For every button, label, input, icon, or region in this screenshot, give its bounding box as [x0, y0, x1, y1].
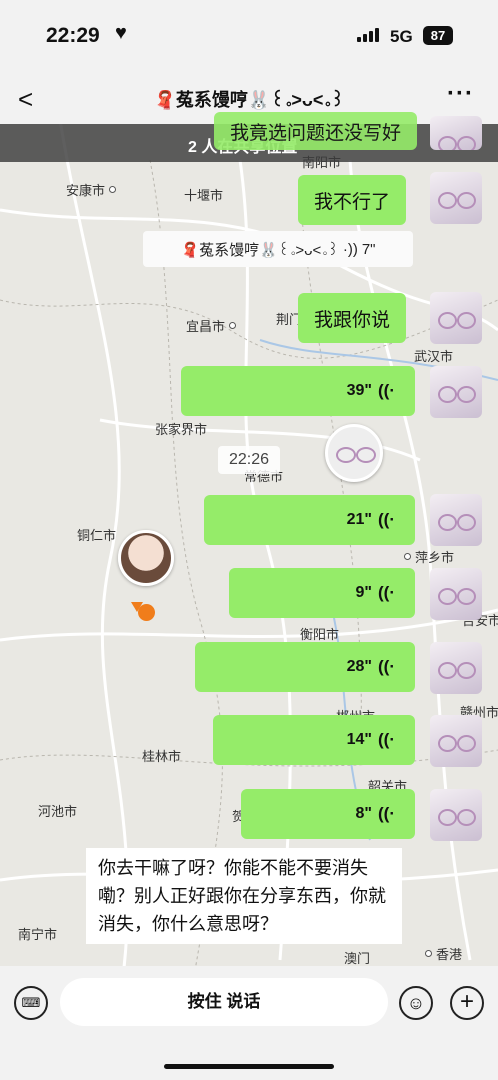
emoji-icon[interactable]: ☺ [399, 986, 433, 1020]
voice-message[interactable]: 39" ((· [181, 366, 415, 416]
avatar[interactable] [430, 494, 482, 546]
network-type: 5G [390, 27, 413, 46]
status-bar: 22:29 ♥ 5G 87 [0, 0, 498, 72]
voice-message[interactable]: 14" ((· [213, 715, 415, 765]
voice-wave-icon: ((· [378, 381, 395, 400]
voice-wave-icon: ·)) [342, 240, 358, 258]
status-time: 22:29 [46, 24, 100, 47]
heart-icon: ♥ [115, 22, 127, 44]
avatar[interactable] [430, 789, 482, 841]
map-label-hechi: 河池市 [38, 804, 78, 819]
map-label-yichang: 宜昌市 [186, 316, 237, 335]
map-label-pingxiang: 萍乡市 [404, 547, 454, 566]
voice-wave-icon: ((· [378, 804, 395, 823]
voice-wave-icon: ((· [378, 657, 395, 676]
map-label-ankang: 安康市 [66, 180, 117, 199]
voice-message[interactable]: 28" ((· [195, 642, 415, 692]
avatar[interactable] [430, 172, 482, 224]
voice-wave-icon: ((· [378, 510, 395, 529]
caption-text: 你去干嘛了呀？你能不能不要消失嘞？别人正好跟你在分享东西，你就消失，你什么意思呀… [86, 848, 402, 944]
input-bar: ⌨ 按住 说话 ☺ + [0, 966, 498, 1080]
message-bubble[interactable]: 我竟选问题还没写好 [214, 112, 418, 150]
avatar[interactable] [430, 568, 482, 620]
avatar[interactable] [430, 292, 482, 344]
map-label-nanning: 南宁市 [18, 927, 58, 942]
map-label-macau: 澳门 [344, 951, 371, 966]
timestamp: 22:26 [218, 446, 280, 474]
avatar[interactable] [430, 642, 482, 694]
voice-wave-icon: ((· [378, 730, 395, 749]
hold-to-talk-button[interactable]: 按住 说话 [60, 978, 388, 1026]
plus-icon[interactable]: + [450, 986, 484, 1020]
message-bubble[interactable]: 我跟你说 [298, 293, 407, 343]
avatar[interactable] [430, 715, 482, 767]
location-dot-icon [138, 604, 155, 621]
voice-wave-icon: ((· [378, 583, 395, 602]
chat-title: 🧣菟系馒哼🐰꒰｡>ᴗ<｡꒱ [153, 90, 345, 110]
voice-notice[interactable]: 🧣菟系馒哼🐰꒰｡>ᴗ<｡꒱ ·)) 7" [143, 231, 413, 267]
battery-icon: 87 [423, 26, 453, 45]
home-indicator [164, 1064, 334, 1069]
map-label-zhangjiajie: 张家界市 [155, 422, 208, 437]
keyboard-icon[interactable]: ⌨ [14, 986, 48, 1020]
message-bubble[interactable]: 我不行了 [298, 175, 407, 225]
more-icon[interactable]: ··· [447, 80, 474, 108]
map-label-hengyang: 衡阳市 [300, 627, 340, 642]
map-label-hongkong: 香港 [425, 944, 462, 963]
friend-location-pin[interactable] [118, 530, 174, 586]
voice-message[interactable]: 9" ((· [229, 568, 415, 618]
voice-message[interactable]: 21" ((· [204, 495, 415, 545]
map-label-tongren: 铜仁市 [77, 528, 117, 543]
avatar[interactable] [430, 366, 482, 418]
map-label-guilin: 桂林市 [142, 749, 182, 764]
my-location-pin[interactable] [325, 424, 383, 482]
voice-message[interactable]: 8" ((· [241, 789, 415, 839]
map-label-wuhan: 武汉市 [414, 349, 454, 364]
map-label-shiyan: 十堰市 [184, 188, 224, 203]
avatar[interactable] [430, 116, 482, 150]
signal-icon [357, 28, 379, 42]
